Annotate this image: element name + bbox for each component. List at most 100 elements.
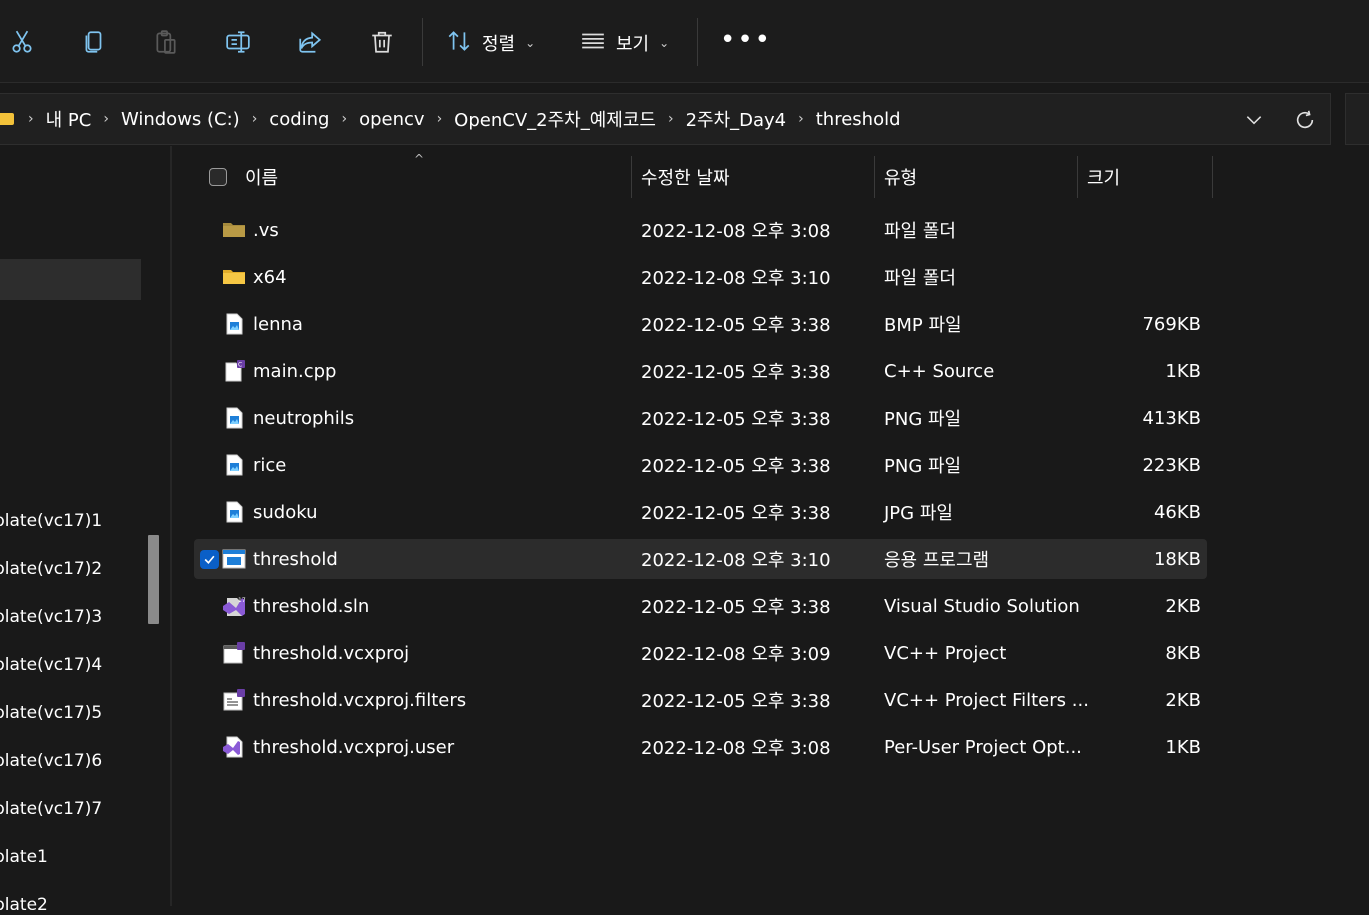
svg-text:C: C bbox=[238, 362, 242, 369]
breadcrumb-separator-icon[interactable]: › bbox=[798, 111, 804, 127]
selected-nav-item[interactable] bbox=[0, 259, 141, 300]
view-label: 보기 bbox=[616, 34, 650, 55]
breadcrumb-separator-icon[interactable]: › bbox=[668, 111, 674, 127]
address-bar[interactable]: › 내 PC › Windows (C:) › coding › opencv › OpenCV_… bbox=[0, 93, 1331, 145]
sidebar-item[interactable]: plate(vc17)7 bbox=[0, 799, 102, 819]
file-row[interactable]: rice 2022-12-05 오후 3:38 PNG 파일 223KB bbox=[194, 445, 1207, 485]
column-divider[interactable] bbox=[631, 156, 632, 198]
image-file-icon bbox=[222, 453, 246, 477]
folder-dim-icon bbox=[222, 218, 246, 242]
file-size: 2KB bbox=[1165, 689, 1201, 711]
sidebar-item[interactable]: plate(vc17)2 bbox=[0, 559, 102, 579]
file-row[interactable]: threshold.vcxproj.user 2022-12-08 오후 3:08… bbox=[194, 727, 1207, 767]
breadcrumb-separator-icon[interactable]: › bbox=[28, 111, 34, 127]
file-row[interactable]: 17 threshold.sln 2022-12-05 오후 3:38 Visual … bbox=[194, 586, 1207, 626]
view-icon bbox=[580, 28, 606, 59]
file-date-modified: 2022-12-05 오후 3:38 bbox=[641, 362, 831, 383]
user-project-icon bbox=[222, 735, 246, 759]
file-date-modified: 2022-12-05 오후 3:38 bbox=[641, 691, 831, 712]
file-type: 응용 프로그램 bbox=[884, 550, 990, 571]
file-date-modified: 2022-12-08 오후 3:10 bbox=[641, 550, 831, 571]
chevron-down-icon bbox=[1246, 116, 1262, 125]
file-type: JPG 파일 bbox=[884, 503, 953, 524]
sidebar-item[interactable]: plate(vc17)3 bbox=[0, 607, 102, 627]
breadcrumb-separator-icon[interactable]: › bbox=[252, 111, 258, 127]
breadcrumb-separator-icon[interactable]: › bbox=[103, 111, 109, 127]
copy-icon[interactable] bbox=[74, 22, 114, 62]
vs-solution-icon: 17 bbox=[222, 594, 246, 618]
file-row[interactable]: x64 2022-12-08 오후 3:10 파일 폴더 bbox=[194, 257, 1207, 297]
file-row[interactable]: sudoku 2022-12-05 오후 3:38 JPG 파일 46KB bbox=[194, 492, 1207, 532]
share-icon[interactable] bbox=[290, 22, 330, 62]
cut-icon[interactable] bbox=[2, 22, 42, 62]
file-type: 파일 폴더 bbox=[884, 268, 956, 289]
view-button[interactable]: 보기 ⌄ bbox=[580, 28, 669, 58]
sidebar-item[interactable]: plate(vc17)5 bbox=[0, 703, 102, 723]
paste-icon[interactable] bbox=[146, 22, 186, 62]
file-size: 2KB bbox=[1165, 595, 1201, 617]
file-date-modified: 2022-12-05 오후 3:38 bbox=[641, 315, 831, 336]
file-name: lenna bbox=[253, 313, 303, 335]
file-type: BMP 파일 bbox=[884, 315, 962, 336]
sidebar-item[interactable]: plate(vc17)6 bbox=[0, 751, 102, 771]
address-history-dropdown[interactable] bbox=[1240, 106, 1268, 134]
breadcrumb-separator-icon[interactable]: › bbox=[341, 111, 347, 127]
filters-icon bbox=[222, 688, 246, 712]
breadcrumb-item[interactable]: Windows (C:) bbox=[121, 109, 240, 130]
file-name: threshold bbox=[253, 548, 338, 570]
file-row[interactable]: threshold 2022-12-08 오후 3:10 응용 프로그램 18KB bbox=[194, 539, 1207, 579]
rename-icon[interactable] bbox=[218, 22, 258, 62]
file-row[interactable]: lenna 2022-12-05 오후 3:38 BMP 파일 769KB bbox=[194, 304, 1207, 344]
delete-icon[interactable] bbox=[362, 22, 402, 62]
file-size: 18KB bbox=[1153, 548, 1201, 570]
breadcrumb-separator-icon[interactable]: › bbox=[437, 111, 443, 127]
column-divider[interactable] bbox=[874, 156, 875, 198]
sort-button[interactable]: 정렬 ⌄ bbox=[446, 28, 535, 58]
file-size: 8KB bbox=[1165, 642, 1201, 664]
chevron-down-icon: ⌄ bbox=[525, 36, 536, 50]
file-date-modified: 2022-12-05 오후 3:38 bbox=[641, 503, 831, 524]
column-header-size[interactable]: 크기 bbox=[1087, 156, 1120, 198]
column-header-name[interactable]: 이름 bbox=[245, 156, 278, 198]
toolbar-divider bbox=[422, 18, 423, 66]
file-row[interactable]: neutrophils 2022-12-05 오후 3:38 PNG 파일 413KB bbox=[194, 398, 1207, 438]
file-name: threshold.vcxproj.user bbox=[253, 736, 455, 758]
select-all-checkbox[interactable] bbox=[209, 168, 227, 186]
file-size: 413KB bbox=[1142, 407, 1201, 429]
sidebar-scrollbar[interactable] bbox=[148, 535, 159, 624]
breadcrumb-item[interactable]: 2주차_Day4 bbox=[686, 106, 787, 132]
file-name: x64 bbox=[253, 266, 287, 288]
breadcrumb-item[interactable]: coding bbox=[269, 109, 329, 130]
breadcrumb-item[interactable]: 내 PC bbox=[46, 106, 92, 132]
file-row[interactable]: threshold.vcxproj.filters 2022-12-05 오후 3… bbox=[194, 680, 1207, 720]
file-type: C++ Source bbox=[884, 360, 995, 382]
file-row[interactable]: threshold.vcxproj 2022-12-08 오후 3:09 VC++ … bbox=[194, 633, 1207, 673]
sidebar-item[interactable]: plate1 bbox=[0, 847, 48, 867]
search-box[interactable] bbox=[1345, 93, 1369, 145]
sidebar-item[interactable]: plate(vc17)1 bbox=[0, 511, 102, 531]
breadcrumb-item[interactable]: opencv bbox=[359, 109, 424, 130]
file-row[interactable]: Cmain.cpp 2022-12-05 오후 3:38 C++ Source 1KB bbox=[194, 351, 1207, 391]
file-type: VC++ Project bbox=[884, 642, 1007, 664]
file-row[interactable]: .vs 2022-12-08 오후 3:08 파일 폴더 bbox=[194, 210, 1207, 250]
refresh-button[interactable] bbox=[1290, 105, 1320, 135]
column-divider[interactable] bbox=[1077, 156, 1078, 198]
check-icon bbox=[204, 555, 215, 564]
column-header-date[interactable]: 수정한 날짜 bbox=[641, 156, 730, 198]
file-name: threshold.vcxproj.filters bbox=[253, 689, 467, 711]
file-name: threshold.vcxproj bbox=[253, 642, 410, 664]
column-divider[interactable] bbox=[1212, 156, 1213, 198]
sidebar-item[interactable]: plate2 bbox=[0, 895, 48, 915]
file-date-modified: 2022-12-05 오후 3:38 bbox=[641, 456, 831, 477]
row-checkbox[interactable] bbox=[200, 550, 219, 569]
file-date-modified: 2022-12-05 오후 3:38 bbox=[641, 597, 831, 618]
breadcrumb-item[interactable]: OpenCV_2주차_예제코드 bbox=[454, 106, 656, 132]
folder-icon bbox=[0, 113, 14, 125]
file-type: PNG 파일 bbox=[884, 456, 962, 477]
column-header-type[interactable]: 유형 bbox=[884, 156, 917, 198]
file-name: .vs bbox=[253, 219, 279, 241]
file-list: 이름 ^ 수정한 날짜 유형 크기 .vs 2022-12-08 오후 3:08 파… bbox=[172, 146, 1369, 906]
breadcrumb-item[interactable]: threshold bbox=[816, 109, 901, 130]
more-options-button[interactable]: ••• bbox=[720, 27, 772, 53]
sidebar-item[interactable]: plate(vc17)4 bbox=[0, 655, 102, 675]
